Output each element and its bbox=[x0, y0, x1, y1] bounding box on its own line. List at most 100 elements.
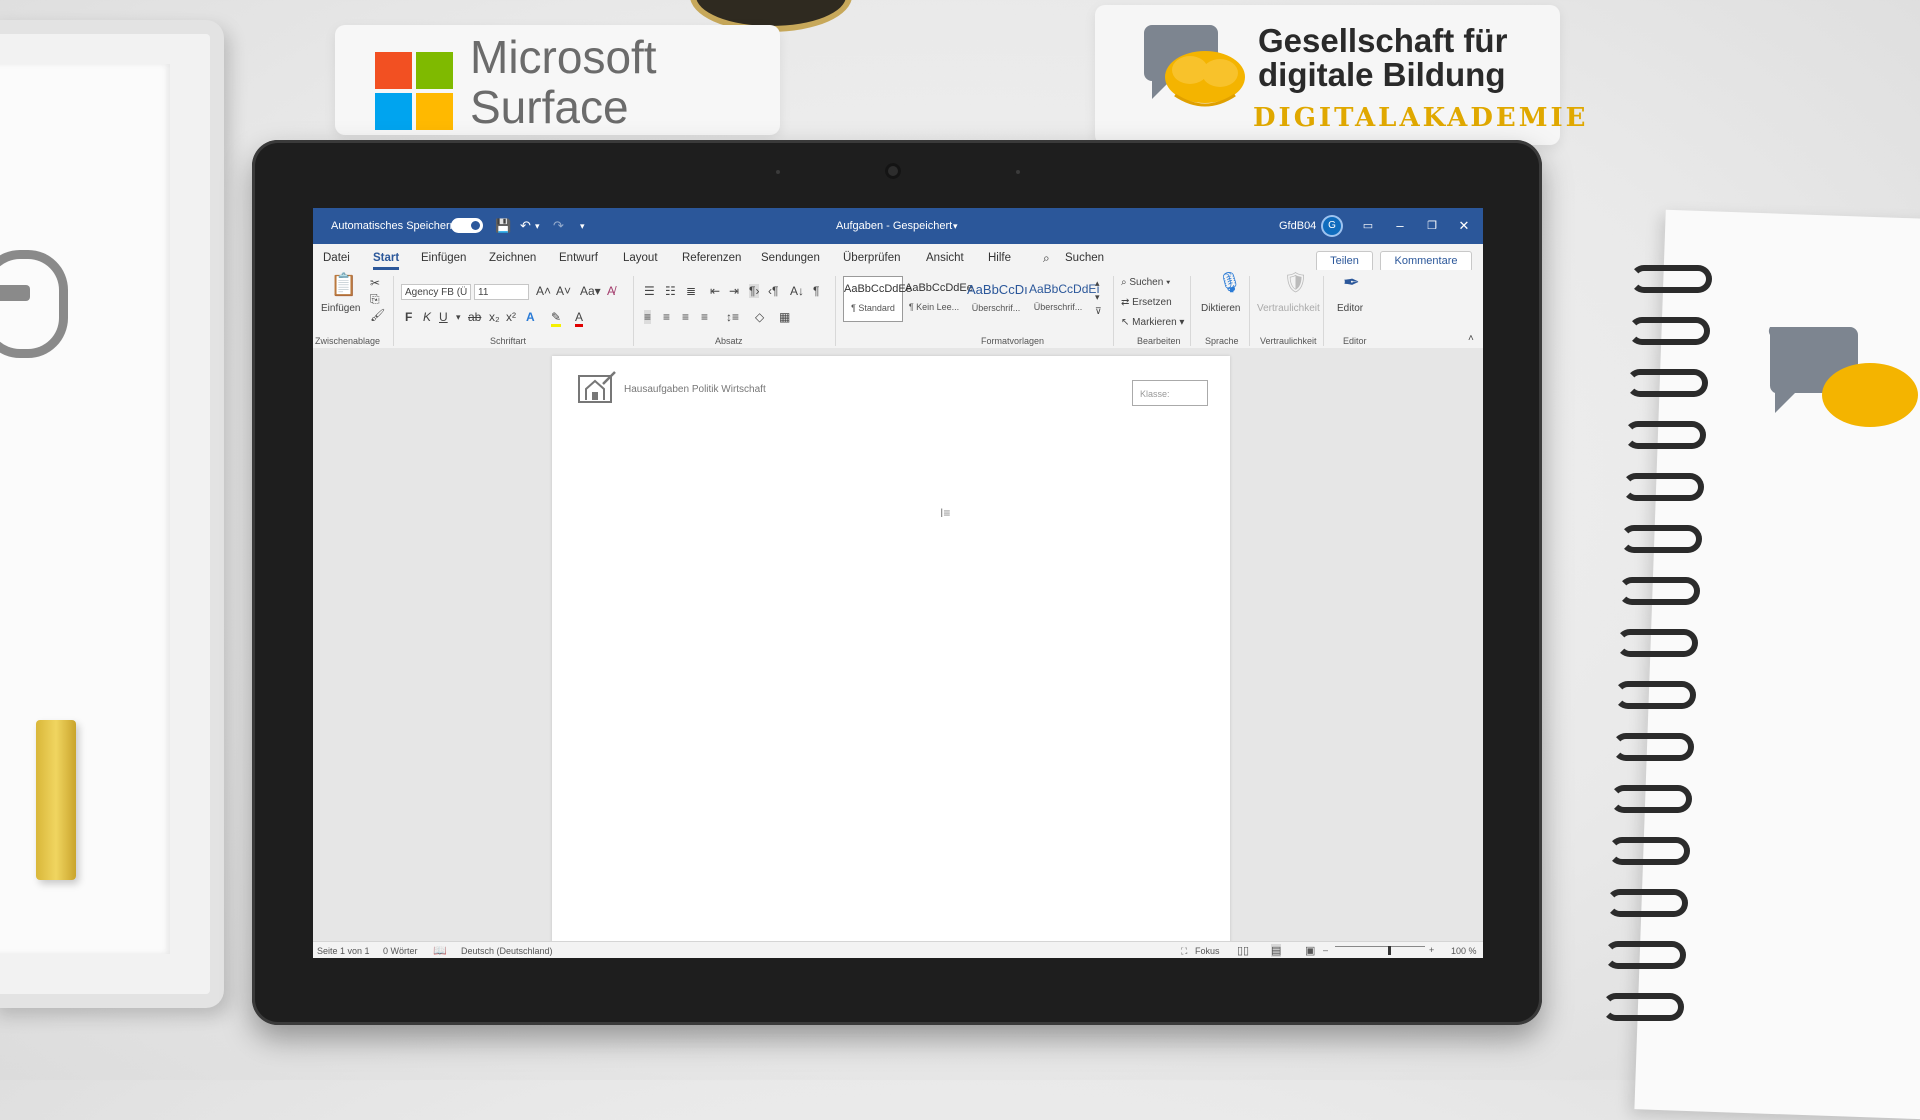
change-case-icon[interactable]: Aa▾ bbox=[580, 284, 601, 298]
tab-insert[interactable]: Einfügen bbox=[421, 252, 466, 264]
tab-design[interactable]: Entwurf bbox=[559, 252, 598, 264]
collapse-ribbon-icon[interactable]: ˄ bbox=[1468, 332, 1474, 346]
superscript-icon[interactable]: x² bbox=[506, 310, 516, 324]
shrink-font-icon[interactable]: A˅ bbox=[556, 284, 571, 298]
search-icon[interactable]: ⌕ bbox=[1043, 251, 1050, 266]
find-button[interactable]: ⌕ Suchen ▾ bbox=[1121, 276, 1170, 290]
styles-scroll-down-icon[interactable]: ▾ bbox=[1095, 290, 1100, 304]
user-avatar[interactable]: G bbox=[1323, 217, 1341, 235]
tab-review[interactable]: Überprüfen bbox=[843, 252, 901, 264]
ribbon-display-icon[interactable]: ▭ bbox=[1358, 216, 1378, 236]
tab-references[interactable]: Referenzen bbox=[682, 252, 741, 264]
undo-icon[interactable]: ↶ bbox=[520, 218, 531, 234]
focus-mode[interactable]: Fokus bbox=[1195, 946, 1220, 956]
underline-icon[interactable]: U bbox=[439, 310, 448, 324]
replace-button[interactable]: ⇄ Ersetzen bbox=[1121, 296, 1172, 310]
cut-icon[interactable]: ✂ bbox=[370, 276, 380, 290]
font-size-box[interactable]: 11 bbox=[474, 284, 529, 300]
line-spacing-icon[interactable]: ↕≡ bbox=[726, 310, 739, 324]
highlight-icon[interactable]: ✎ bbox=[551, 310, 562, 327]
decrease-indent-icon[interactable]: ⇤ bbox=[710, 284, 720, 298]
font-color-icon[interactable]: A bbox=[575, 310, 584, 327]
rtl-icon[interactable]: ‹¶ bbox=[768, 284, 778, 298]
tab-draw[interactable]: Zeichnen bbox=[489, 252, 536, 264]
tab-mailings[interactable]: Sendungen bbox=[761, 252, 820, 264]
title-dropdown-icon[interactable]: ▾ bbox=[953, 221, 958, 232]
select-button[interactable]: ↖ Markieren ▾ bbox=[1121, 316, 1184, 330]
styles-more-icon[interactable]: ⊽ bbox=[1095, 304, 1102, 318]
italic-icon[interactable]: K bbox=[423, 310, 431, 324]
redo-icon[interactable]: ↷ bbox=[553, 218, 564, 234]
ribbon-search[interactable]: Suchen bbox=[1065, 252, 1104, 264]
autosave-toggle[interactable] bbox=[451, 218, 483, 233]
customize-toolbar-icon[interactable]: ▾ bbox=[580, 221, 585, 232]
copy-icon[interactable]: ⎘ bbox=[370, 292, 380, 306]
zoom-slider-handle[interactable] bbox=[1388, 946, 1391, 955]
shading-icon[interactable]: ◇ bbox=[755, 310, 764, 324]
bullets-icon[interactable]: ☰ bbox=[644, 284, 655, 298]
web-layout-icon[interactable]: ▣ bbox=[1305, 944, 1315, 957]
tab-start[interactable]: Start bbox=[373, 252, 400, 270]
increase-indent-icon[interactable]: ⇥ bbox=[729, 284, 739, 298]
ltr-icon[interactable]: ¶› bbox=[749, 284, 760, 298]
bold-icon[interactable]: F bbox=[405, 310, 412, 324]
multilevel-list-icon[interactable]: ≣ bbox=[686, 284, 696, 298]
justify-icon[interactable]: ≡ bbox=[701, 310, 708, 324]
tab-layout[interactable]: Layout bbox=[623, 252, 658, 264]
comments-button[interactable]: Kommentare bbox=[1380, 251, 1472, 272]
share-button[interactable]: Teilen bbox=[1316, 251, 1373, 272]
format-painter-icon[interactable]: 🖌 bbox=[370, 308, 385, 322]
align-center-icon[interactable]: ≡ bbox=[663, 310, 670, 324]
zoom-slider-track[interactable] bbox=[1335, 946, 1425, 947]
strikethrough-icon[interactable]: ab bbox=[468, 310, 481, 324]
borders-icon[interactable]: ▦ bbox=[779, 310, 790, 324]
style-standard[interactable]: AaBbCcDdEe ¶ Standard bbox=[843, 276, 912, 322]
document-title[interactable]: Aufgaben - Gespeichert bbox=[836, 220, 952, 232]
paste-label[interactable]: Einfügen bbox=[321, 302, 360, 316]
document-page[interactable]: Hausaufgaben Politik Wirtschaft Klasse: … bbox=[552, 356, 1230, 946]
zoom-in-icon[interactable]: + bbox=[1429, 945, 1434, 955]
language-status[interactable]: Deutsch (Deutschland) bbox=[461, 946, 553, 956]
tab-help[interactable]: Hilfe bbox=[988, 252, 1011, 264]
restore-icon[interactable]: ❐ bbox=[1422, 216, 1442, 236]
tab-view[interactable]: Ansicht bbox=[926, 252, 964, 264]
close-icon[interactable]: ✕ bbox=[1454, 216, 1474, 236]
style-heading-2[interactable]: AaBbCcDdEı Überschrif... bbox=[1029, 276, 1100, 320]
microphone-icon[interactable]: 🎙 bbox=[1217, 273, 1242, 293]
class-field[interactable]: Klasse: bbox=[1132, 380, 1208, 406]
print-layout-icon[interactable]: ▤ bbox=[1271, 944, 1282, 957]
focus-icon[interactable]: ⛶ bbox=[1181, 946, 1187, 957]
undo-dropdown-icon[interactable]: ▾ bbox=[535, 221, 540, 232]
style-heading-1[interactable]: AaBbCcDı Überschrif... bbox=[967, 276, 1028, 320]
proofing-icon[interactable]: 📖 bbox=[433, 944, 447, 957]
sensitivity-button[interactable]: Vertraulichkeit bbox=[1257, 302, 1320, 316]
clear-formatting-icon[interactable]: A̸ bbox=[607, 284, 615, 298]
zoom-level[interactable]: 100 % bbox=[1451, 946, 1477, 956]
text-effects-icon[interactable]: A bbox=[526, 310, 535, 324]
minimize-icon[interactable]: – bbox=[1390, 216, 1410, 236]
style-no-spacing[interactable]: AaBbCcDdEe ¶ Kein Lee... bbox=[905, 276, 973, 320]
underline-dropdown-icon[interactable]: ▾ bbox=[456, 310, 461, 324]
styles-scroll-up-icon[interactable]: ▴ bbox=[1095, 276, 1100, 290]
grow-font-icon[interactable]: A˄ bbox=[536, 284, 551, 298]
align-left-icon[interactable]: ≡ bbox=[644, 310, 652, 324]
editor-button[interactable]: Editor bbox=[1337, 302, 1363, 316]
subscript-icon[interactable]: x₂ bbox=[489, 310, 500, 324]
font-name-box[interactable]: Agency FB (Ü bbox=[401, 284, 471, 300]
sensitivity-icon[interactable]: 🛡 bbox=[1283, 273, 1308, 293]
read-mode-icon[interactable]: ▯▯ bbox=[1237, 944, 1249, 957]
numbering-icon[interactable]: ☷ bbox=[665, 284, 676, 298]
paste-icon[interactable]: 📋 bbox=[330, 274, 357, 296]
page-count[interactable]: Seite 1 von 1 bbox=[317, 946, 370, 956]
sort-icon[interactable]: A↓ bbox=[790, 284, 804, 298]
editor-pen-icon[interactable]: ✒ bbox=[1343, 273, 1360, 293]
show-marks-icon[interactable]: ¶ bbox=[813, 284, 819, 298]
user-name[interactable]: GfdB04 bbox=[1279, 220, 1316, 232]
word-count[interactable]: 0 Wörter bbox=[383, 946, 418, 956]
zoom-out-icon[interactable]: – bbox=[1323, 945, 1328, 955]
tab-file[interactable]: Datei bbox=[323, 252, 350, 264]
clipboard-group-label: Zwischenablage bbox=[315, 336, 381, 346]
align-right-icon[interactable]: ≡ bbox=[682, 310, 689, 324]
save-icon[interactable]: 💾 bbox=[495, 218, 511, 234]
dictate-button[interactable]: Diktieren bbox=[1201, 302, 1240, 316]
